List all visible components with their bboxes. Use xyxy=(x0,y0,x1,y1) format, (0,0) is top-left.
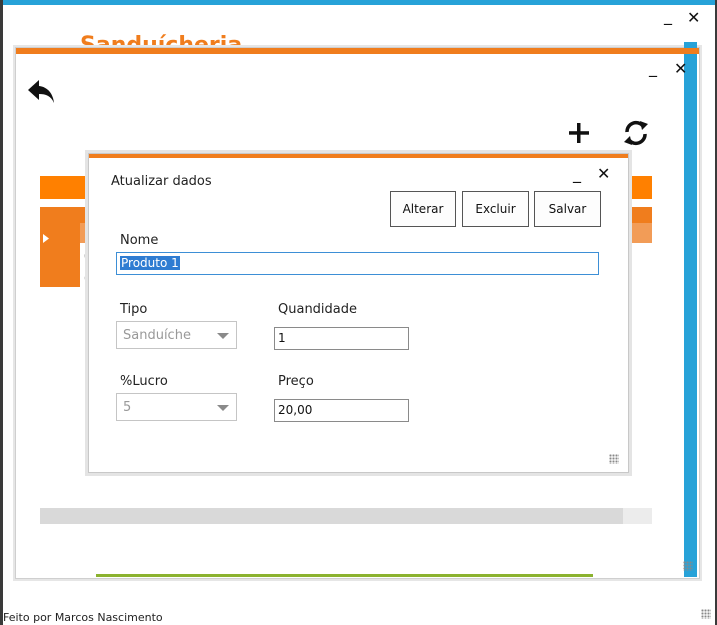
products-window-bottom-accent xyxy=(96,574,593,577)
grid-scrollbar-corner xyxy=(623,508,652,524)
salvar-button[interactable]: Salvar xyxy=(534,191,601,227)
dialog-close-button[interactable]: ✕ xyxy=(597,166,610,182)
tipo-select-value: Sanduíche xyxy=(123,328,191,343)
lucro-select[interactable]: 5 xyxy=(116,393,237,421)
update-dialog: Atualizar dados _ ✕ Alterar Excluir Salv… xyxy=(88,153,629,473)
quantidade-label: Quandidade xyxy=(278,302,358,317)
nome-field-value: Produto 1 xyxy=(120,256,180,270)
quantidade-field[interactable]: 1 xyxy=(274,327,409,350)
grid-horizontal-scrollbar[interactable] xyxy=(40,508,623,524)
plus-icon[interactable] xyxy=(568,122,590,144)
main-close-button[interactable]: ✕ xyxy=(687,10,700,26)
products-close-button[interactable]: ✕ xyxy=(674,61,687,77)
products-window-side-accent xyxy=(684,42,697,577)
footer-credit: Feito por Marcos Nascimento xyxy=(3,611,163,624)
alterar-button[interactable]: Alterar xyxy=(390,191,456,227)
chevron-down-icon xyxy=(217,333,229,339)
products-window-accent-bar xyxy=(16,48,699,54)
dialog-resize-grip[interactable] xyxy=(609,454,619,464)
lucro-label: %Lucro xyxy=(120,374,168,389)
dialog-minimize-button[interactable]: _ xyxy=(573,166,581,182)
excluir-button[interactable]: Excluir xyxy=(462,191,529,227)
tipo-label: Tipo xyxy=(120,302,148,317)
chevron-down-icon xyxy=(217,405,229,411)
main-minimize-button[interactable]: _ xyxy=(664,8,672,24)
main-window-accent-bar xyxy=(3,0,715,5)
nome-field[interactable]: Produto 1 xyxy=(116,252,599,275)
dialog-accent-bar xyxy=(89,154,628,158)
products-minimize-button[interactable]: _ xyxy=(649,60,657,76)
tipo-select[interactable]: Sanduíche xyxy=(116,321,237,349)
nome-label: Nome xyxy=(120,233,159,248)
preco-field[interactable]: 20,00 xyxy=(274,399,409,422)
lucro-select-value: 5 xyxy=(123,400,132,415)
products-resize-grip[interactable] xyxy=(683,561,693,571)
grid-row-headers xyxy=(40,207,80,287)
refresh-icon[interactable] xyxy=(621,118,651,148)
preco-label: Preço xyxy=(278,374,314,389)
row-pointer-icon xyxy=(43,228,49,247)
main-resize-grip[interactable] xyxy=(701,609,711,619)
dialog-title: Atualizar dados xyxy=(111,174,212,189)
back-arrow-icon[interactable] xyxy=(26,76,58,106)
